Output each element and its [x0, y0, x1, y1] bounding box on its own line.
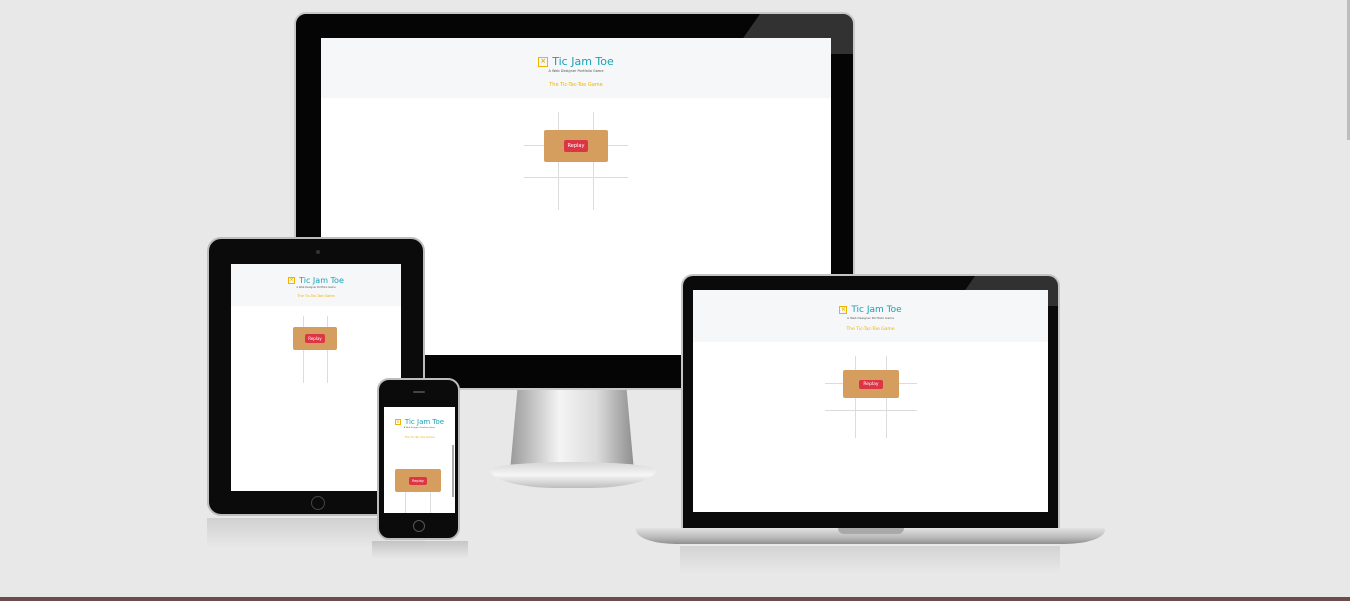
brand[interactable]: × Tic Jam Toe	[231, 276, 401, 285]
game-board: Replay	[293, 316, 337, 383]
site-header: × Tic Jam Toe A Web Designer Portfolio G…	[384, 407, 455, 445]
page-bottom-border	[0, 597, 1350, 601]
game-board: Replay	[524, 112, 628, 210]
replay-button[interactable]: Replay	[305, 334, 325, 343]
x-box-icon: ×	[394, 419, 401, 425]
site-header: × Tic Jam Toe A Web Designer Portfolio G…	[321, 38, 831, 98]
brand[interactable]: × Tic Jam Toe	[384, 418, 455, 426]
laptop-notch	[838, 528, 904, 534]
site-title: Tic Jam Toe	[851, 305, 902, 315]
x-box-icon: ×	[538, 56, 549, 67]
site-header: × Tic Jam Toe A Web Designer Portfolio G…	[231, 264, 401, 306]
replay-button[interactable]: Replay	[859, 379, 883, 389]
phone-screen: × Tic Jam Toe A Web Designer Portfolio G…	[384, 407, 455, 513]
game-board: Replay	[395, 469, 441, 513]
grid-line	[825, 410, 917, 411]
phone-speaker	[413, 391, 425, 393]
site-tagline: A Web Designer Portfolio Game	[403, 427, 436, 429]
monitor-stand	[510, 389, 634, 471]
replay-button[interactable]: Replay	[409, 476, 427, 485]
brand[interactable]: × Tic Jam Toe	[321, 55, 831, 68]
site-title: Tic Jam Toe	[299, 276, 344, 285]
laptop-reflection	[680, 546, 1060, 574]
site-title: Tic Jam Toe	[552, 55, 614, 68]
tablet-home-button[interactable]	[311, 496, 325, 510]
game-over-modal: Replay	[395, 469, 441, 492]
phone-home-button[interactable]	[413, 520, 425, 532]
page-subtitle: The Tic-Tac-Toe Game	[846, 327, 895, 332]
page-subtitle: The Tic-Tac-Toe Game	[549, 82, 603, 88]
game-over-modal: Replay	[293, 327, 337, 350]
site-tagline: A Web Designer Portfolio Game	[548, 69, 604, 73]
page-subtitle: The Tic-Tac-Toe Game	[297, 294, 335, 298]
x-box-icon: ×	[288, 277, 296, 284]
monitor-base	[490, 462, 656, 488]
game-over-modal: Replay	[843, 370, 899, 398]
phone-reflection	[372, 541, 468, 559]
laptop-screen: × Tic Jam Toe A Web Designer Portfolio G…	[693, 290, 1048, 512]
replay-button[interactable]: Replay	[563, 140, 589, 152]
x-box-icon: ×	[839, 306, 848, 314]
site-tagline: A Web Designer Portfolio Game	[846, 316, 895, 320]
grid-line	[524, 177, 628, 178]
site-title: Tic Jam Toe	[404, 418, 445, 426]
brand[interactable]: × Tic Jam Toe	[693, 305, 1048, 315]
game-over-modal: Replay	[544, 130, 608, 162]
tablet-screen: × Tic Jam Toe A Web Designer Portfolio G…	[231, 264, 401, 491]
game-board: Replay	[825, 356, 917, 438]
page-subtitle: The Tic-Tac-Toe Game	[404, 435, 435, 439]
tablet-camera	[316, 250, 320, 254]
site-header: × Tic Jam Toe A Web Designer Portfolio G…	[693, 290, 1048, 342]
site-tagline: A Web Designer Portfolio Game	[296, 286, 336, 289]
